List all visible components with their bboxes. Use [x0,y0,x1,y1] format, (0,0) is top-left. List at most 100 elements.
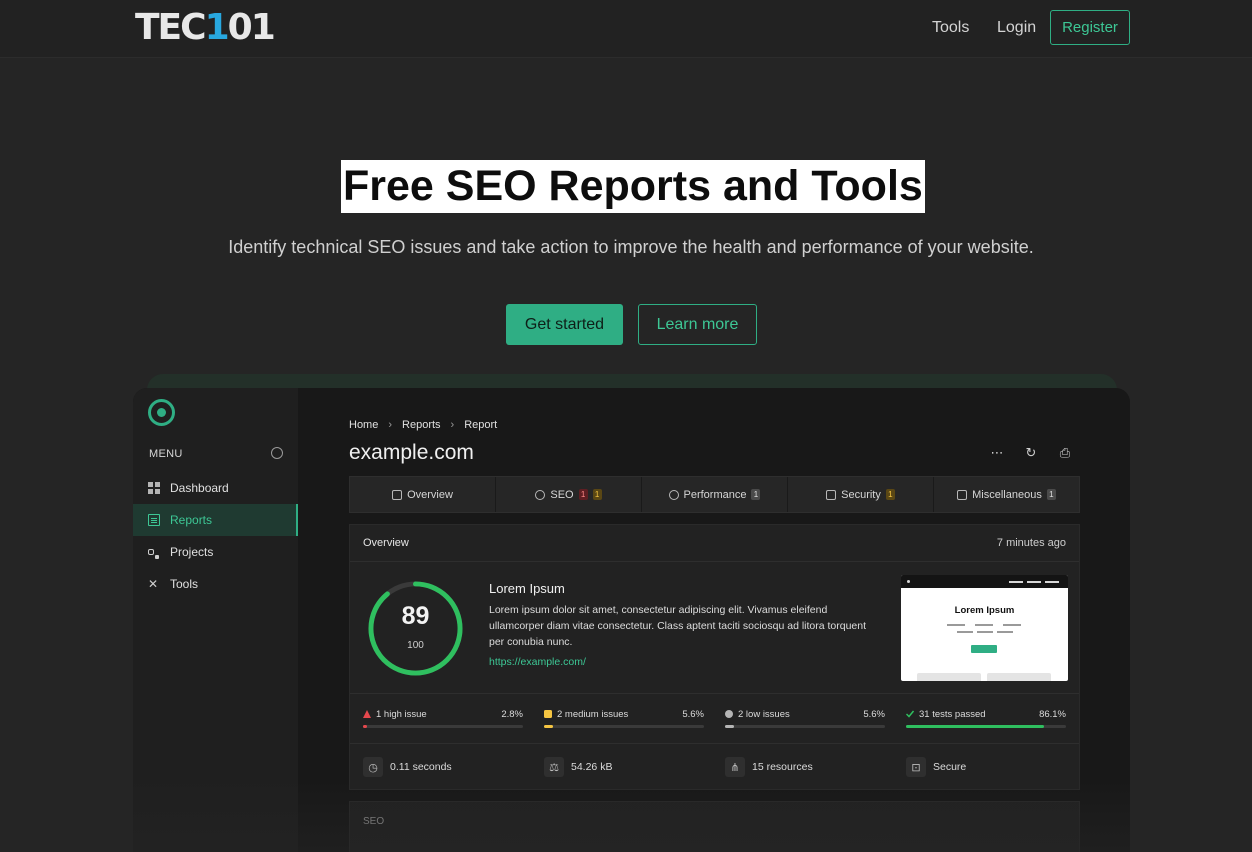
register-button[interactable]: Register [1050,10,1130,45]
timer-icon: ◷ [363,757,383,777]
sidebar-item-label: Projects [170,545,214,559]
seo-section-label: SEO [363,816,385,827]
menu-label: MENU [149,448,183,460]
site-heading: Lorem Ipsum [489,581,565,596]
stat-label: 2 low issues [738,709,790,720]
chevron-right-icon: › [450,419,455,431]
tab-label: Overview [407,488,453,501]
low-issue-badge: 1 [1046,489,1056,500]
metric-label: 15 resources [752,761,813,773]
stat-progress-fill [544,725,553,728]
sidebar-item-label: Tools [170,577,199,591]
tab-security[interactable]: Security 1 [788,477,934,512]
low-issue-badge: 1 [751,489,761,500]
medium-square-icon [544,710,552,718]
metric-label: 54.26 kB [571,761,613,773]
chevron-right-icon: › [388,419,393,431]
tab-label: SEO [550,488,574,501]
breadcrumb-reports[interactable]: Reports [402,419,441,431]
lock-icon: ⊡ [906,757,926,777]
tab-seo[interactable]: SEO 1 1 [496,477,642,512]
report-timestamp: 7 minutes ago [996,537,1066,549]
overview-title: Overview [363,537,409,549]
thumbnail-title: Lorem Ipsum [954,605,1015,616]
check-icon [906,710,914,718]
list-icon [392,489,403,500]
more-options-icon[interactable]: ⋯ [990,446,1004,460]
stat-label: 2 medium issues [557,709,629,720]
sidebar: MENU Dashboard Reports Projects ✕ Tools [133,388,298,852]
stat-progress-track [363,725,523,728]
get-started-button[interactable]: Get started [506,304,623,345]
stat-progress-track [725,725,885,728]
tab-label: Miscellaneous [972,488,1042,501]
stat-percent: 86.1% [1039,709,1066,720]
tools-icon: ✕ [148,577,159,591]
stat-label: 1 high issue [376,709,427,720]
tab-overview[interactable]: Overview [350,477,496,512]
seo-section-panel: SEO [349,801,1080,852]
top-navbar: TEC101 Tools Login Register [0,0,1252,58]
network-icon: ⋔ [725,757,745,777]
report-metrics: ◷ 0.11 seconds ⚖ 54.26 kB ⋔ 15 resources… [350,747,1079,789]
low-circle-icon [725,710,733,718]
overview-panel: Overview 7 minutes ago 89 100 Lorem Ipsu… [349,524,1080,790]
page-title: example.com [349,441,474,464]
tab-miscellaneous[interactable]: Miscellaneous 1 [934,477,1079,512]
shapes-icon [957,489,968,500]
theme-toggle-icon[interactable] [271,447,283,459]
high-issue-badge: 1 [578,489,588,500]
print-icon[interactable]: ⎙ [1058,446,1072,460]
metric-page-size: ⚖ 54.26 kB [544,757,612,777]
sidebar-item-projects[interactable]: Projects [133,536,298,568]
stat-progress-track [544,725,704,728]
learn-more-button[interactable]: Learn more [638,304,757,345]
stat-percent: 5.6% [863,709,885,720]
report-main: Home › Reports › Report example.com ⋯ ↻ … [298,388,1130,852]
metric-resources: ⋔ 15 resources [725,757,813,777]
stat-progress-fill [906,725,1044,728]
sidebar-item-label: Dashboard [170,481,229,495]
report-tabs: Overview SEO 1 1 Performance 1 Security … [349,476,1080,513]
app-preview: MENU Dashboard Reports Projects ✕ Tools … [133,388,1130,852]
medium-issue-badge: 1 [885,489,895,500]
thumbnail-navbar [901,575,1068,588]
nav-tools-link[interactable]: Tools [932,19,969,37]
refresh-icon[interactable]: ↻ [1024,446,1038,460]
metric-label: 0.11 seconds [390,761,452,773]
scale-icon: ⚖ [544,757,564,777]
tab-performance[interactable]: Performance 1 [642,477,788,512]
score-max: 100 [407,640,424,651]
gauge-icon [668,489,679,500]
stat-progress-track [906,725,1066,728]
site-url-link[interactable]: https://example.com/ [489,656,586,668]
app-logo-icon [148,399,175,426]
breadcrumb: Home › Reports › Report [349,419,497,431]
sidebar-item-dashboard[interactable]: Dashboard [133,472,298,504]
projects-icon [148,549,154,555]
overview-header: Overview 7 minutes ago [350,525,1079,562]
stat-progress-fill [725,725,734,728]
sidebar-item-tools[interactable]: ✕ Tools [133,568,298,600]
metric-label: Secure [933,761,967,773]
breadcrumb-report: Report [464,419,498,431]
metric-security: ⊡ Secure [906,757,966,777]
tab-label: Performance [683,488,747,501]
metric-load-time: ◷ 0.11 seconds [363,757,452,777]
site-description: Lorem ipsum dolor sit amet, consectetur … [489,604,867,648]
breadcrumb-home[interactable]: Home [349,419,378,431]
thumbnail-button [971,645,997,653]
site-screenshot-thumbnail[interactable]: Lorem Ipsum [901,575,1068,681]
hero-title: Free SEO Reports and Tools [341,160,925,213]
tab-label: Security [841,488,881,501]
grid-icon [148,482,160,494]
stat-label: 31 tests passed [919,709,986,720]
search-icon [535,489,546,500]
sidebar-item-reports[interactable]: Reports [133,504,298,536]
warning-triangle-icon [363,710,371,718]
hero-subtitle: Identify technical SEO issues and take a… [228,237,1034,257]
nav-login-link[interactable]: Login [997,19,1036,37]
shield-icon [826,489,837,500]
issue-stats: 1 high issue 2.8% 2 medium issues 5.6% 2… [350,693,1079,744]
brand-logo[interactable]: TEC101 [135,8,276,48]
